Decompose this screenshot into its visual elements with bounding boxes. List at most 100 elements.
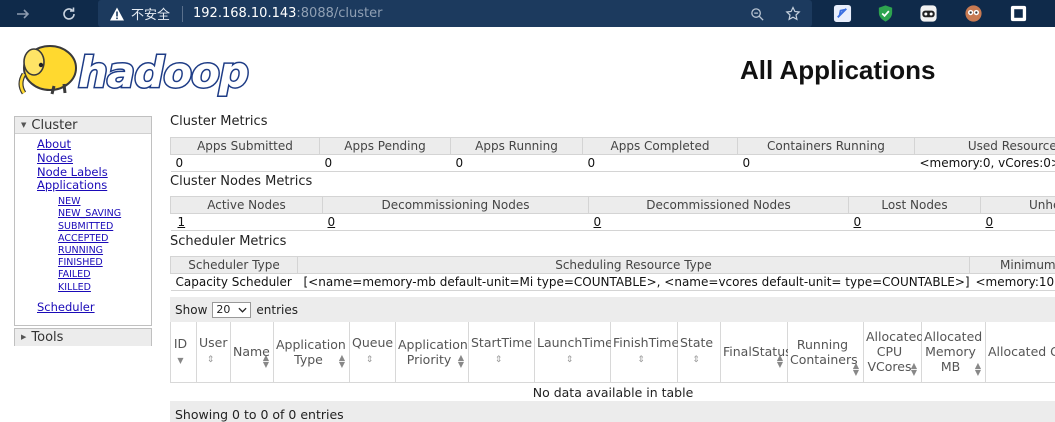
hadoop-logo: hadoop hadoop — [14, 38, 256, 100]
column-header-allocated-cpu-vcores[interactable]: Allocated CPU VCores ▲ ▼ — [863, 322, 924, 383]
app-state-link-running[interactable]: RUNNING — [58, 245, 151, 257]
column-title: Queue — [352, 335, 394, 351]
show-label: Show — [175, 302, 208, 317]
column-title: User — [199, 335, 228, 351]
datatable-length-bar: Show 20 entries — [170, 297, 1055, 322]
cluster-metrics-header: Apps Submitted — [170, 137, 320, 155]
page-size-value: 20 — [216, 303, 231, 316]
extension-square-icon[interactable] — [1008, 3, 1029, 24]
cluster-metrics-header: Apps Running — [450, 137, 583, 155]
sort-both-icon: ▲ ▼ — [338, 352, 345, 369]
column-header-id[interactable]: ID ▼ — [170, 322, 197, 383]
nav-link-applications[interactable]: Applications — [37, 179, 151, 193]
entries-label: entries — [256, 302, 298, 317]
column-header-finish-time[interactable]: FinishTime ⇕ — [610, 322, 680, 383]
sort-both-icon: ▲ ▼ — [262, 352, 269, 369]
url-host: 192.168.10.143 — [193, 6, 297, 21]
tools-nav-header[interactable]: ▶ Tools — [15, 329, 151, 346]
column-title: Allocated GPUs — [988, 344, 1055, 360]
nodes-metrics-header: Decommissioning Nodes — [322, 196, 589, 214]
bookmark-star-icon[interactable] — [784, 5, 802, 23]
nav-link-nodes[interactable]: Nodes — [37, 151, 151, 166]
sort-icon: ▼ — [177, 355, 184, 365]
nodes-metrics-header: Unhealthy Nodes — [980, 196, 1055, 214]
cluster-metrics-value: 0 — [319, 154, 451, 172]
app-state-link-finished[interactable]: FINISHED — [58, 257, 151, 269]
column-title: Allocated Memory MB — [924, 329, 983, 375]
column-header-final-status[interactable]: FinalStatus ▲ ▼ — [720, 322, 792, 383]
url-path: :8088/cluster — [296, 6, 383, 21]
column-title: ID — [173, 335, 188, 351]
page-size-select[interactable]: 20 — [212, 301, 252, 318]
sort-both-icon: ⇕ — [365, 355, 374, 366]
app-state-link-killed[interactable]: KILLED — [58, 282, 151, 294]
column-header-launch-time[interactable]: LaunchTime ⇕ — [534, 322, 613, 383]
page-title: All Applications — [740, 55, 936, 85]
cluster-metrics-value: <memory:0, vCores:0> — [914, 154, 1055, 172]
column-title: LaunchTime — [537, 335, 613, 351]
cluster-nav-header[interactable]: ▼ Cluster — [15, 117, 151, 134]
scheduler-metrics-header: Scheduling Resource Type — [297, 256, 970, 274]
extension-shield-icon[interactable] — [875, 3, 896, 24]
lost-nodes-link[interactable]: 0 — [854, 215, 862, 229]
nav-link-about[interactable]: About — [37, 137, 151, 152]
app-state-link-new-saving[interactable]: NEW_SAVING — [58, 208, 151, 220]
forward-button[interactable] — [10, 0, 36, 27]
security-label[interactable]: 不安全 — [131, 4, 170, 23]
column-header-application-priority[interactable]: Application Priority ▲ ▼ — [395, 322, 469, 383]
app-state-link-submitted[interactable]: SUBMITTED — [58, 221, 151, 233]
sort-both-icon: ⇕ — [206, 355, 215, 366]
sort-both-icon: ⇕ — [494, 355, 503, 366]
browser-toolbar: 不安全 192.168.10.143 :8088/cluster — [0, 0, 1055, 27]
datatable-info: Showing 0 to 0 of 0 entries — [170, 401, 1055, 422]
reload-button[interactable] — [56, 0, 82, 27]
column-header-allocated-memory-mb[interactable]: Allocated Memory MB ▲ ▼ — [921, 322, 986, 383]
hadoop-elephant-logo-icon: hadoop hadoop — [18, 45, 251, 99]
sort-both-icon: ▲ ▼ — [852, 360, 859, 377]
svg-text:hadoop: hadoop — [78, 48, 248, 97]
nav-link-node-labels[interactable]: Node Labels — [37, 165, 151, 180]
column-header-running-containers[interactable]: Running Containers ▲ ▼ — [787, 322, 864, 383]
extension-owl-icon[interactable] — [963, 3, 984, 24]
cluster-metrics-value: 0 — [582, 154, 738, 172]
decommissioned-nodes-link[interactable]: 0 — [594, 215, 602, 229]
app-state-link-failed[interactable]: FAILED — [58, 269, 151, 281]
tools-nav-panel: ▶ Tools — [14, 328, 152, 346]
scheduler-metrics-header: Scheduler Type — [170, 256, 298, 274]
column-header-application-type[interactable]: Application Type ▲ ▼ — [273, 322, 350, 383]
column-header-start-time[interactable]: StartTime ⇕ — [468, 322, 535, 383]
decommissioning-nodes-link[interactable]: 0 — [328, 215, 336, 229]
cluster-metrics-table: Apps Submitted Apps Pending Apps Running… — [170, 137, 1055, 172]
cluster-metrics-header: Used Resources — [914, 137, 1055, 155]
column-header-allocated-gpus[interactable]: Allocated GPUs — [985, 322, 1055, 383]
sort-both-icon: ▲ ▼ — [457, 352, 464, 369]
column-title: FinishTime — [613, 335, 680, 351]
column-title: StartTime — [471, 335, 533, 351]
nav-link-scheduler[interactable]: Scheduler — [37, 300, 151, 315]
zoom-icon[interactable] — [748, 5, 766, 23]
scheduler-type-value: Capacity Scheduler — [170, 273, 298, 291]
sort-both-icon: ▲ ▼ — [776, 352, 783, 369]
column-title: Running Containers — [790, 336, 858, 367]
url-divider — [182, 5, 184, 22]
column-header-queue[interactable]: Queue ⇕ — [349, 322, 396, 383]
warning-icon — [109, 6, 125, 22]
column-header-state[interactable]: State ⇕ — [677, 322, 721, 383]
nodes-metrics-header: Decommissioned Nodes — [588, 196, 849, 214]
scheduler-metrics-table: Scheduler Type Scheduling Resource Type … — [170, 256, 1055, 291]
sort-both-icon: ⇕ — [565, 355, 574, 366]
address-bar[interactable]: 不安全 192.168.10.143 :8088/cluster — [98, 0, 812, 27]
unhealthy-nodes-link[interactable]: 0 — [986, 215, 994, 229]
column-header-name[interactable]: Name ▲ ▼ — [230, 322, 274, 383]
chevron-down-icon — [238, 307, 247, 313]
app-state-link-new[interactable]: NEW — [58, 196, 151, 208]
scheduler-metrics-header: Minimum Allocation — [969, 256, 1055, 274]
extension-mask-icon[interactable] — [918, 3, 939, 24]
extension-feather-icon[interactable] — [832, 3, 853, 24]
app-state-link-accepted[interactable]: ACCEPTED — [58, 233, 151, 245]
column-header-user[interactable]: User ⇕ — [196, 322, 231, 383]
active-nodes-link[interactable]: 1 — [178, 215, 186, 229]
cluster-nav-panel: ▼ Cluster About Nodes Node Labels Applica… — [14, 116, 152, 326]
cluster-metrics-value: 0 — [450, 154, 583, 172]
cluster-metrics-value: 0 — [737, 154, 915, 172]
